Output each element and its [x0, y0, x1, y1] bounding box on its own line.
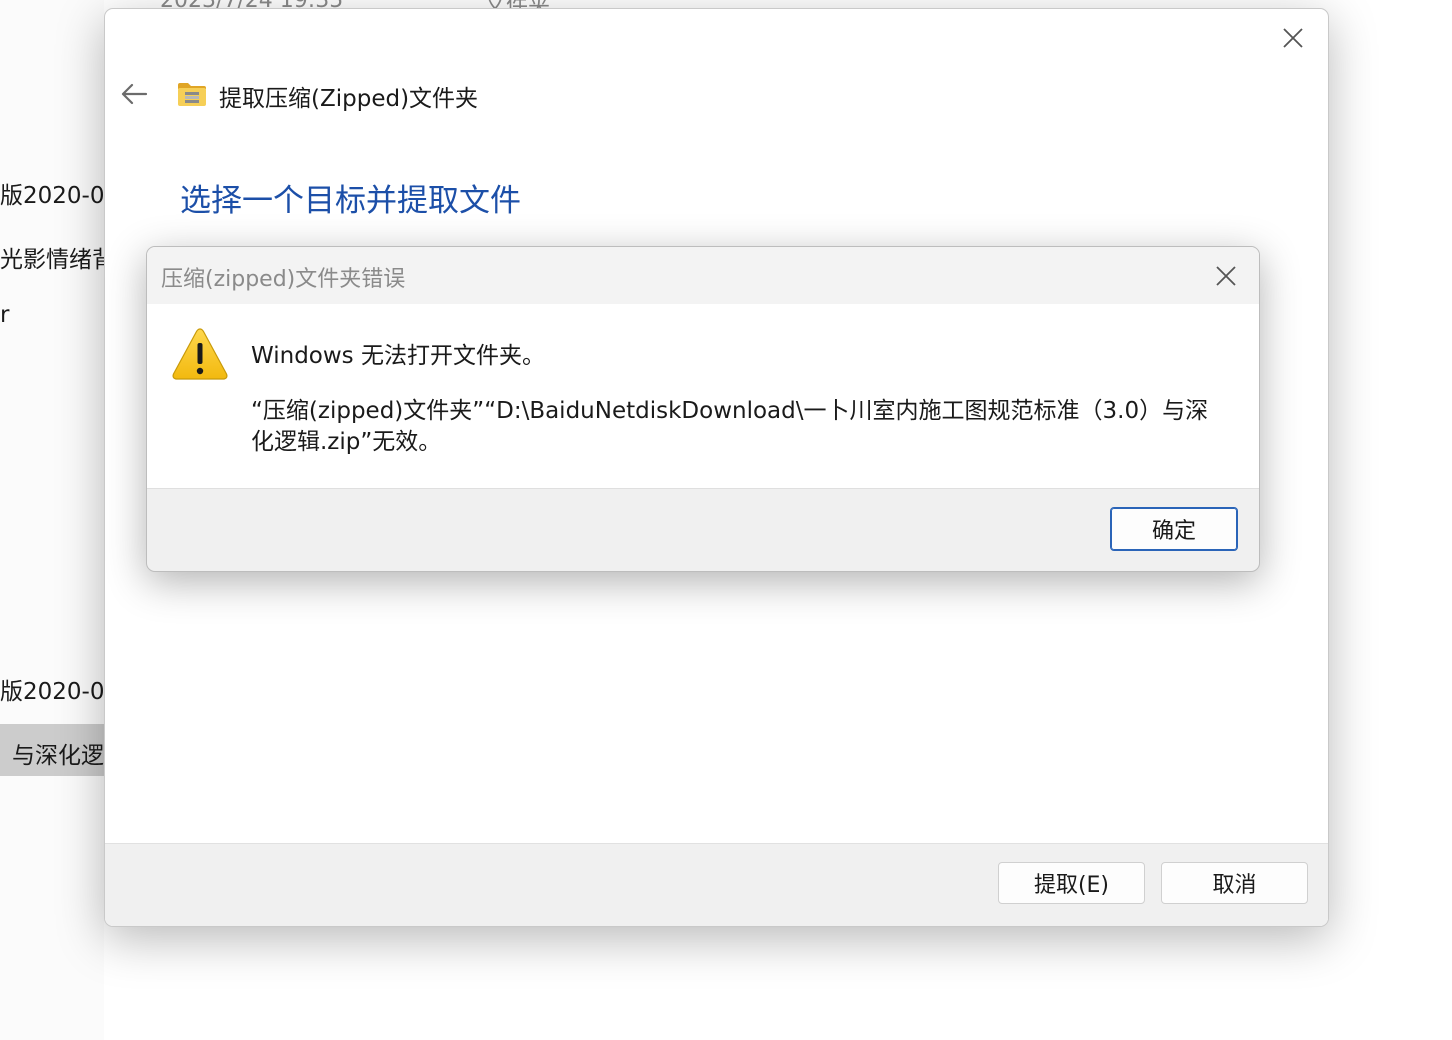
- dialog-body: Windows 无法打开文件夹。 “压缩(zipped)文件夹”“D:\Baid…: [147, 304, 1259, 489]
- error-detail: “压缩(zipped)文件夹”“D:\BaiduNetdiskDownload\…: [251, 398, 1209, 455]
- dialog-close-button[interactable]: [1209, 259, 1243, 293]
- bg-list-item[interactable]: r: [0, 302, 104, 328]
- bg-list-item-selected[interactable]: 与深化逻: [12, 736, 104, 770]
- wizard-title: 提取压缩(Zipped)文件夹: [219, 86, 479, 112]
- extract-button[interactable]: 提取(E): [998, 862, 1145, 904]
- dialog-footer: 确定: [147, 489, 1259, 571]
- zip-folder-icon: [178, 83, 206, 106]
- explorer-background: [0, 0, 104, 1040]
- bg-list-item[interactable]: 光影情绪背: [0, 240, 104, 274]
- back-button[interactable]: [117, 77, 151, 111]
- bg-list-item[interactable]: 版2020-07: [0, 176, 104, 210]
- close-icon: [1216, 266, 1236, 286]
- back-arrow-icon: [121, 83, 148, 105]
- wizard-footer: 提取(E) 取消: [105, 843, 1328, 926]
- close-icon: [1283, 28, 1303, 48]
- ok-button[interactable]: 确定: [1110, 507, 1238, 551]
- error-message: Windows 无法打开文件夹。: [251, 343, 545, 369]
- wizard-close-button[interactable]: [1276, 21, 1310, 55]
- bg-list-item[interactable]: 版2020-07: [0, 672, 104, 706]
- warning-icon: [172, 328, 228, 380]
- dialog-title: 压缩(zipped)文件夹错误: [161, 267, 406, 292]
- wizard-heading: 选择一个目标并提取文件: [180, 183, 521, 219]
- dialog-titlebar[interactable]: 压缩(zipped)文件夹错误: [147, 247, 1259, 304]
- error-dialog: 压缩(zipped)文件夹错误 Windows 无法打开文件夹。 “压缩(zip…: [146, 246, 1260, 572]
- cancel-button[interactable]: 取消: [1161, 862, 1308, 904]
